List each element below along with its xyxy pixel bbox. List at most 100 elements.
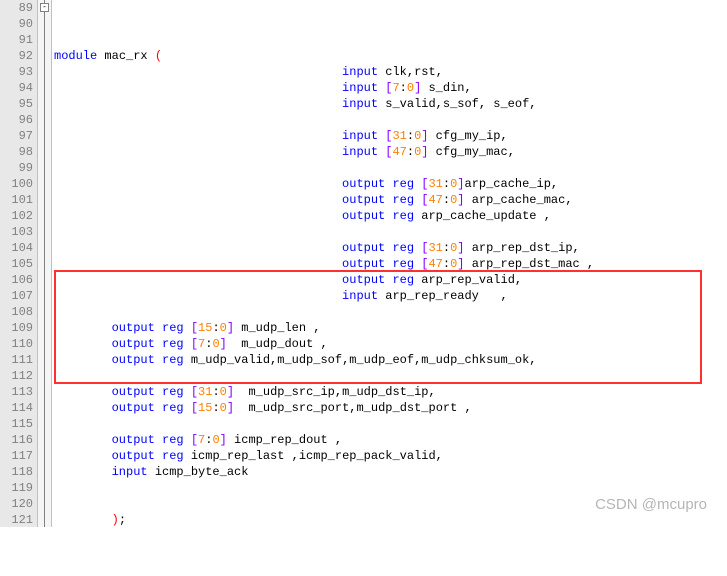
token-kw: input: [342, 129, 378, 143]
token-num: 31: [392, 129, 406, 143]
code-line[interactable]: [54, 528, 727, 544]
token-kw: input: [342, 81, 378, 95]
token-id: icmp_rep_last ,icmp_rep_pack_valid,: [184, 449, 443, 463]
code-line[interactable]: output reg [31:0]arp_cache_ip,: [54, 176, 727, 192]
code-line[interactable]: [54, 112, 727, 128]
token-num: 0: [212, 337, 219, 351]
code-line[interactable]: input icmp_byte_ack: [54, 464, 727, 480]
code-line[interactable]: [54, 304, 727, 320]
line-number: 101: [0, 192, 33, 208]
token-kw: reg: [392, 209, 414, 223]
token-id: ;: [119, 513, 126, 527]
token-id: s_din,: [421, 81, 471, 95]
token-id: [155, 385, 162, 399]
token-kw: reg: [162, 321, 184, 335]
code-line[interactable]: output reg m_udp_valid,m_udp_sof,m_udp_e…: [54, 352, 727, 368]
code-line[interactable]: output reg arp_cache_update ,: [54, 208, 727, 224]
code-line[interactable]: output reg [47:0] arp_cache_mac,: [54, 192, 727, 208]
token-num: 31: [428, 241, 442, 255]
token-id: [184, 385, 191, 399]
token-id: m_udp_src_port,m_udp_dst_port ,: [234, 401, 472, 415]
token-paren: ): [112, 513, 119, 527]
token-kw: output: [342, 257, 385, 271]
code-line[interactable]: input [47:0] cfg_my_mac,: [54, 144, 727, 160]
token-id: arp_cache_ip,: [465, 177, 559, 191]
code-line[interactable]: output reg [31:0] arp_rep_dst_ip,: [54, 240, 727, 256]
line-number: 110: [0, 336, 33, 352]
token-bracket: ]: [220, 337, 227, 351]
code-line[interactable]: input clk,rst,: [54, 64, 727, 80]
code-line[interactable]: input arp_rep_ready ,: [54, 288, 727, 304]
token-id: [155, 433, 162, 447]
code-line[interactable]: [54, 416, 727, 432]
token-kw: reg: [392, 241, 414, 255]
token-kw: output: [342, 273, 385, 287]
line-number: 119: [0, 480, 33, 496]
code-line[interactable]: output reg [15:0] m_udp_src_port,m_udp_d…: [54, 400, 727, 416]
token-id: ,: [436, 65, 443, 79]
token-kw: reg: [162, 385, 184, 399]
code-line[interactable]: output reg [47:0] arp_rep_dst_mac ,: [54, 256, 727, 272]
token-kw: input: [342, 289, 378, 303]
code-line[interactable]: [54, 496, 727, 512]
token-kw: output: [342, 193, 385, 207]
token-kw: reg: [162, 433, 184, 447]
code-line[interactable]: [54, 368, 727, 384]
line-number: 97: [0, 128, 33, 144]
code-line[interactable]: [54, 224, 727, 240]
code-line[interactable]: output reg [31:0] m_udp_src_ip,m_udp_dst…: [54, 384, 727, 400]
token-id: :: [400, 81, 407, 95]
token-id: :: [443, 257, 450, 271]
token-num: 47: [428, 193, 442, 207]
line-number: 113: [0, 384, 33, 400]
code-editor[interactable]: 8990919293949596979899100101102103104105…: [0, 0, 727, 527]
token-bracket: ]: [227, 321, 234, 335]
code-line[interactable]: [54, 544, 727, 560]
token-id: [155, 353, 162, 367]
token-kw: reg: [162, 337, 184, 351]
code-line[interactable]: [54, 160, 727, 176]
token-kw: reg: [162, 401, 184, 415]
code-line[interactable]: );: [54, 512, 727, 528]
line-number: 109: [0, 320, 33, 336]
token-id: ,rst: [407, 65, 436, 79]
token-id: [155, 337, 162, 351]
code-line[interactable]: output reg [15:0] m_udp_len ,: [54, 320, 727, 336]
code-area[interactable]: module mac_rx ( input clk,rst, input [7:…: [52, 0, 727, 527]
line-number: 120: [0, 496, 33, 512]
line-number: 100: [0, 176, 33, 192]
token-num: 7: [392, 81, 399, 95]
code-line[interactable]: output reg arp_rep_valid,: [54, 272, 727, 288]
code-line[interactable]: module mac_rx (: [54, 48, 727, 64]
token-id: :: [212, 385, 219, 399]
line-number: 115: [0, 416, 33, 432]
fold-toggle-icon[interactable]: -: [40, 3, 49, 12]
token-num: 31: [198, 385, 212, 399]
fold-column[interactable]: -: [38, 0, 52, 527]
token-id: clk: [378, 65, 407, 79]
line-number: 98: [0, 144, 33, 160]
line-number: 103: [0, 224, 33, 240]
code-line[interactable]: [54, 560, 727, 576]
token-kw: input: [342, 65, 378, 79]
code-line[interactable]: input [31:0] cfg_my_ip,: [54, 128, 727, 144]
line-number: 107: [0, 288, 33, 304]
token-id: s_valid,s_sof, s_eof,: [378, 97, 536, 111]
token-bracket: ]: [227, 385, 234, 399]
line-number: 95: [0, 96, 33, 112]
code-line[interactable]: output reg [7:0] m_udp_dout ,: [54, 336, 727, 352]
line-number: 116: [0, 432, 33, 448]
token-id: :: [443, 193, 450, 207]
code-line[interactable]: input s_valid,s_sof, s_eof,: [54, 96, 727, 112]
token-bracket: [: [191, 321, 198, 335]
line-number: 118: [0, 464, 33, 480]
code-line[interactable]: output reg [7:0] icmp_rep_dout ,: [54, 432, 727, 448]
code-line[interactable]: input [7:0] s_din,: [54, 80, 727, 96]
token-id: [184, 321, 191, 335]
line-number: 104: [0, 240, 33, 256]
token-id: m_udp_src_ip,m_udp_dst_ip,: [234, 385, 436, 399]
code-line[interactable]: output reg icmp_rep_last ,icmp_rep_pack_…: [54, 448, 727, 464]
token-id: m_udp_valid,m_udp_sof,m_udp_eof,m_udp_ch…: [184, 353, 537, 367]
code-line[interactable]: [54, 480, 727, 496]
line-number: 117: [0, 448, 33, 464]
